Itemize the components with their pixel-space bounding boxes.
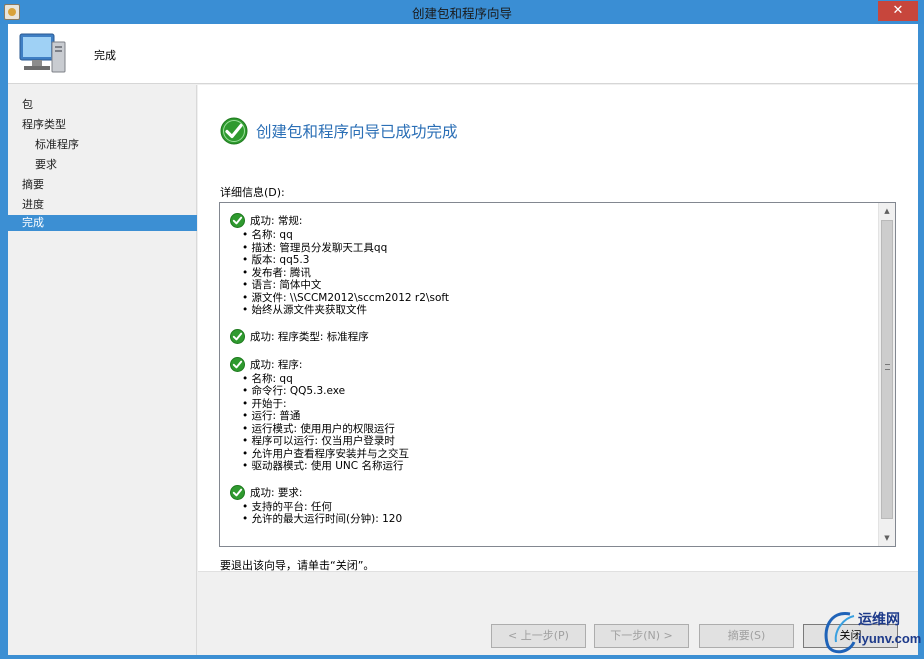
- next-button[interactable]: 下一步(N) >: [594, 624, 689, 648]
- sidebar-item-summary[interactable]: 摘要: [8, 176, 197, 194]
- details-content: 成功: 常规:名称: qq描述: 管理员分发聊天工具qq版本: qq5.3发布者…: [220, 203, 878, 546]
- sidebar-item-program-type[interactable]: 程序类型: [8, 116, 197, 134]
- success-check-icon: [230, 356, 245, 372]
- completion-heading: 创建包和程序向导已成功完成: [256, 123, 458, 141]
- scroll-up-icon[interactable]: ▲: [879, 203, 895, 219]
- window-title: 创建包和程序向导: [411, 6, 512, 21]
- sidebar-item-package[interactable]: 包: [8, 96, 197, 114]
- detail-group: 成功: 常规: 名称: qq描述: 管理员分发聊天工具qq版本: qq5.3发布者…: [230, 213, 878, 317]
- detail-item: 运行模式: 使用用户的权限运行: [242, 423, 878, 436]
- detail-group-head: 成功: 要求:: [230, 484, 878, 501]
- summary-button[interactable]: 摘要(S): [699, 624, 794, 648]
- detail-group-head: 成功: 程序类型: 标准程序: [230, 328, 878, 345]
- detail-item: 语言: 简体中文: [242, 279, 878, 292]
- success-check-icon: [230, 328, 245, 344]
- detail-group-head: 成功: 常规:: [230, 213, 878, 229]
- scroll-grip-icon: [885, 364, 890, 370]
- detail-item: 源文件: \\SCCM2012\sccm2012 r2\soft: [242, 292, 878, 305]
- sidebar-item-standard-program[interactable]: 标准程序: [8, 136, 197, 154]
- computer-monitor-icon: [19, 33, 66, 73]
- detail-item: 允许用户查看程序安装并与之交互: [242, 448, 878, 461]
- detail-item: 描述: 管理员分发聊天工具qq: [242, 242, 878, 255]
- completion-panel: 创建包和程序向导已成功完成 详细信息(D): 成功: 常规:名称: qq描述: …: [198, 85, 918, 655]
- detail-group: 成功: 程序类型: 标准程序: [230, 328, 878, 345]
- detail-item: 支持的平台: 任何: [242, 501, 878, 514]
- details-scrollbar[interactable]: ▲ ▼: [878, 203, 895, 546]
- detail-item: 运行: 普通: [242, 410, 878, 423]
- watermark-logo-icon: [824, 612, 856, 654]
- detail-group-title: 成功: 要求:: [250, 486, 303, 499]
- watermark-url: iyunv.com: [858, 631, 922, 646]
- success-check-icon: [220, 117, 248, 145]
- detail-item: 名称: qq: [242, 373, 878, 386]
- wizard-header: 完成: [8, 24, 918, 84]
- scroll-thumb[interactable]: [881, 220, 893, 519]
- detail-group: 成功: 程序: 名称: qq命令行: QQ5.3.exe开始于:运行: 普通运行模…: [230, 356, 878, 473]
- success-check-icon: [230, 484, 245, 500]
- detail-group-head: 成功: 程序:: [230, 356, 878, 373]
- sidebar-item-completion[interactable]: 完成: [8, 215, 197, 231]
- detail-items: 支持的平台: 任何允许的最大运行时间(分钟): 120: [230, 501, 878, 526]
- wizard-frame: 完成 包 程序类型 标准程序 要求 摘要 进度 完成 创建包和程序向导已成功完成…: [8, 24, 918, 655]
- watermark: 运维网 iyunv.com: [818, 606, 924, 659]
- detail-items: 名称: qq描述: 管理员分发聊天工具qq版本: qq5.3发布者: 腾讯语言:…: [230, 229, 878, 317]
- sidebar-item-progress[interactable]: 进度: [8, 196, 197, 214]
- wizard-footer: < 上一步(P) 下一步(N) > 摘要(S) 关闭: [198, 571, 918, 655]
- wizard-window: 创建包和程序向导 ✕ 完成 包 程序类型 标准程序 要求 摘要 进度 完成 创建…: [0, 0, 924, 659]
- detail-item: 名称: qq: [242, 229, 878, 242]
- previous-button[interactable]: < 上一步(P): [491, 624, 586, 648]
- detail-item: 版本: qq5.3: [242, 254, 878, 267]
- wizard-steps-sidebar: 包 程序类型 标准程序 要求 摘要 进度 完成: [8, 85, 197, 655]
- detail-item: 程序可以运行: 仅当用户登录时: [242, 435, 878, 448]
- title-bar[interactable]: 创建包和程序向导 ✕: [0, 0, 924, 24]
- watermark-title: 运维网: [858, 612, 900, 628]
- details-textbox[interactable]: 成功: 常规:名称: qq描述: 管理员分发聊天工具qq版本: qq5.3发布者…: [219, 202, 896, 547]
- detail-item: 开始于:: [242, 398, 878, 411]
- detail-item: 发布者: 腾讯: [242, 267, 878, 280]
- details-label: 详细信息(D):: [220, 186, 285, 199]
- success-check-icon: [230, 213, 245, 228]
- detail-item: 命令行: QQ5.3.exe: [242, 385, 878, 398]
- detail-item: 始终从源文件夹获取文件: [242, 304, 878, 317]
- detail-group-title: 成功: 常规:: [250, 215, 303, 227]
- detail-group: 成功: 要求: 支持的平台: 任何允许的最大运行时间(分钟): 120: [230, 484, 878, 526]
- detail-group-title: 成功: 程序类型: 标准程序: [250, 330, 369, 343]
- detail-item: 允许的最大运行时间(分钟): 120: [242, 513, 878, 526]
- header-title: 完成: [94, 49, 116, 62]
- sidebar-item-requirements[interactable]: 要求: [8, 156, 197, 174]
- scroll-down-icon[interactable]: ▼: [879, 530, 895, 546]
- detail-item: 驱动器模式: 使用 UNC 名称运行: [242, 460, 878, 473]
- detail-items: 名称: qq命令行: QQ5.3.exe开始于:运行: 普通运行模式: 使用用户…: [230, 373, 878, 473]
- detail-group-title: 成功: 程序:: [250, 358, 303, 371]
- window-close-button[interactable]: ✕: [878, 1, 918, 21]
